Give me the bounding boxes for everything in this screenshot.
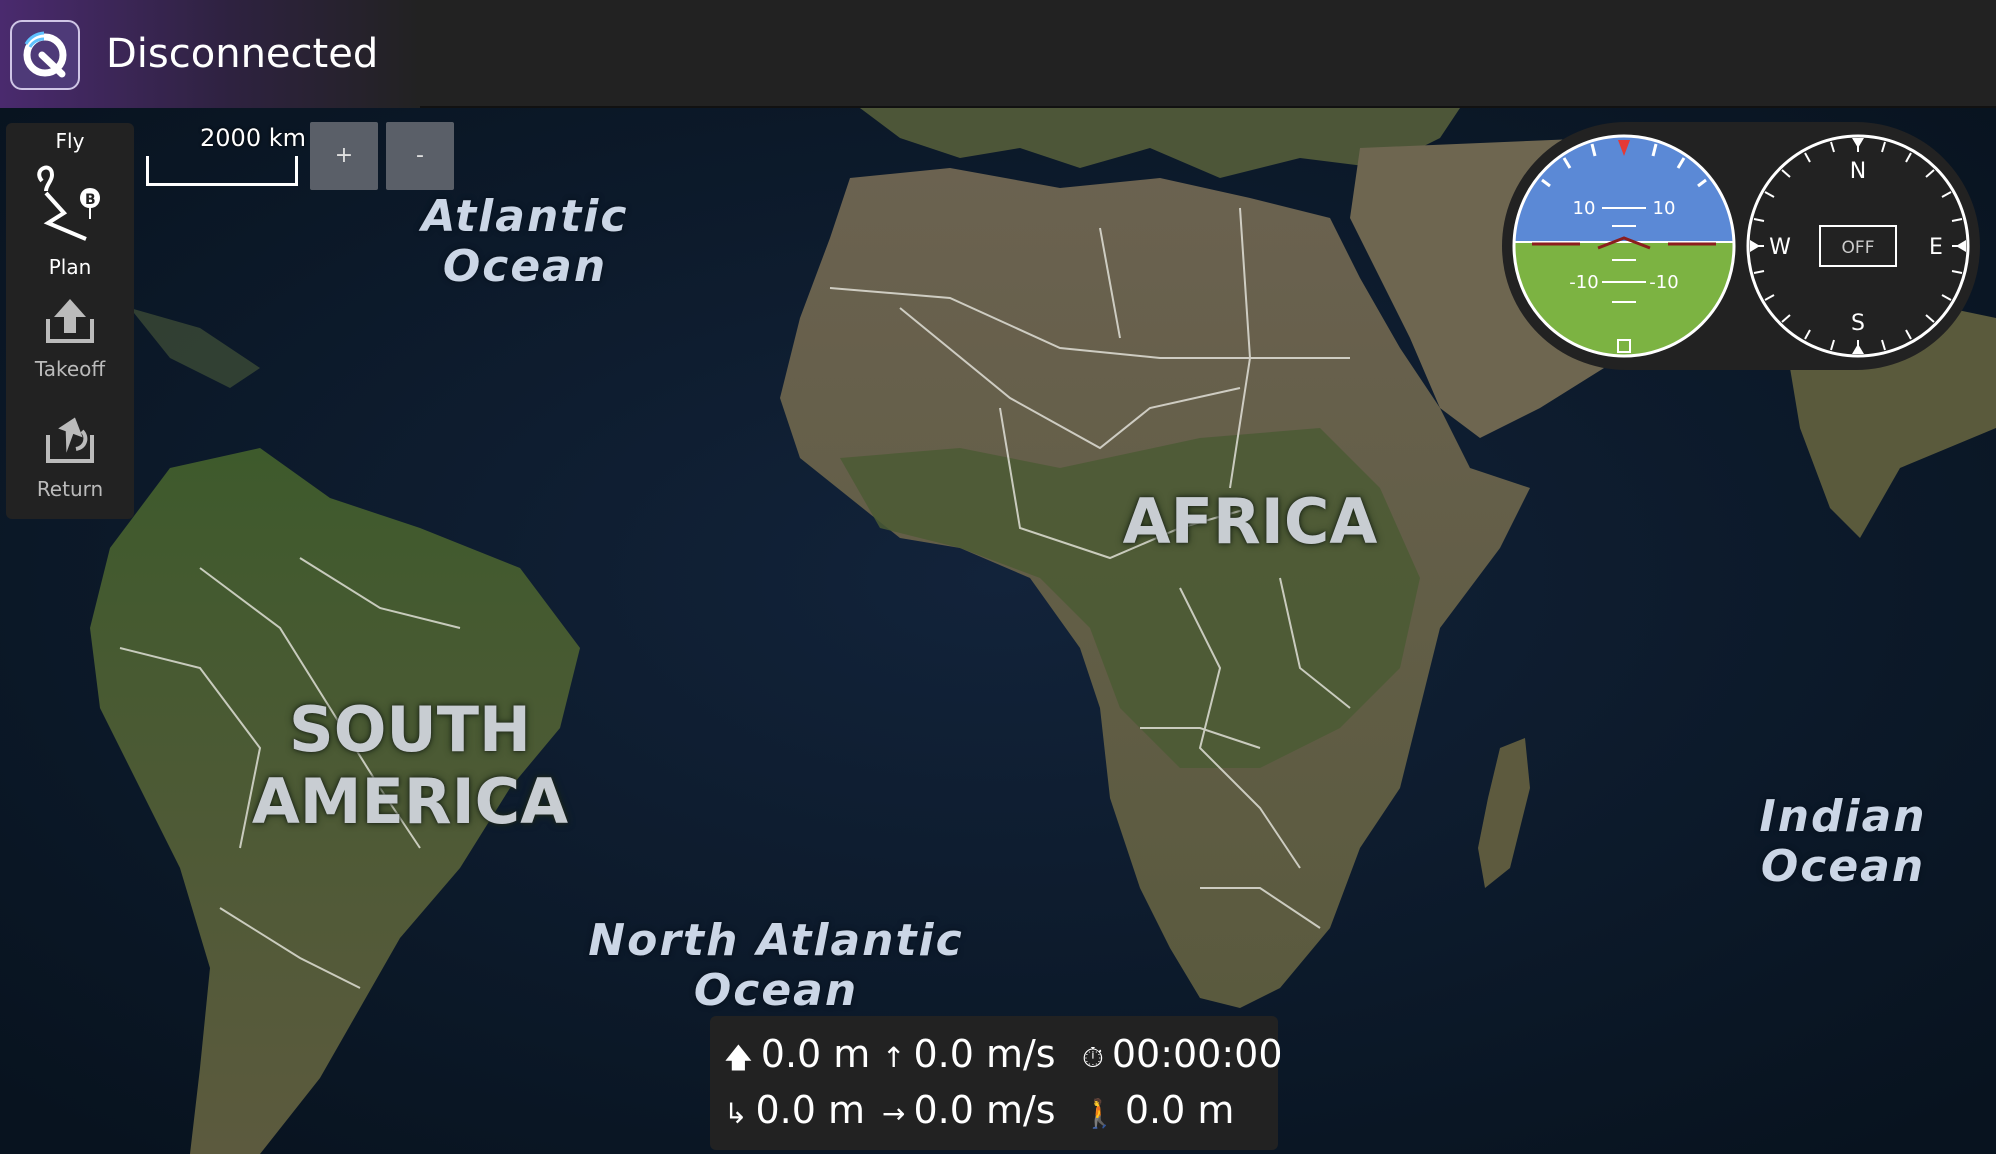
arrow-right-icon: → <box>882 1097 906 1130</box>
vertical-speed-text: 0.0 m/s <box>913 1032 1056 1076</box>
connection-status[interactable]: Disconnected <box>106 28 378 80</box>
takeoff-button[interactable]: Takeoff <box>6 293 134 381</box>
map-label-indian-ocean: Indian Ocean <box>1758 792 1928 892</box>
pitch-label-up-left: 10 <box>1573 198 1596 219</box>
stopwatch-icon: ⏱ <box>1082 1041 1104 1074</box>
map-label-atlantic-line1: Atlantic <box>421 191 629 242</box>
compass-east-label: E <box>1929 235 1943 260</box>
horizontal-speed-value: → 0.0 m/s <box>882 1084 1056 1140</box>
horizontal-speed-text: 0.0 m/s <box>913 1088 1056 1132</box>
fly-toolstrip: Fly B Plan Takeoff Return <box>6 123 134 519</box>
map-label-indian-line1: Indian <box>1759 791 1927 842</box>
compass-status-label: OFF <box>1842 238 1875 258</box>
instrument-panel[interactable]: 10 10 -10 -10 N S W E OFF <box>1502 122 1980 370</box>
vertical-speed-value: ↑ 0.0 m/s <box>882 1028 1056 1084</box>
altitude-value: 🡅 0.0 m <box>724 1028 870 1084</box>
map-label-africa: AFRICA <box>1122 485 1378 558</box>
arrow-up-icon: ↑ <box>882 1041 906 1074</box>
pitch-label-down-left: -10 <box>1569 272 1598 293</box>
compass-west-label: W <box>1769 235 1791 260</box>
map-label-south-america: SOUTH AMERICA <box>250 694 570 838</box>
map-scale-label: 2000 km <box>200 124 306 152</box>
map-label-north-atlantic-ocean: North Atlantic Ocean <box>588 915 964 1016</box>
zoom-out-button[interactable]: - <box>386 122 454 190</box>
compass-south-label: S <box>1851 311 1865 336</box>
return-button[interactable]: Return <box>6 413 134 501</box>
zoom-in-button[interactable]: + <box>310 122 378 190</box>
altitude-text: 0.0 m <box>760 1032 871 1076</box>
flight-instruments: 10 10 -10 -10 N S W E OFF <box>1512 134 1970 358</box>
turn-right-icon: ↳ <box>724 1097 748 1130</box>
pitch-label-up-right: 10 <box>1653 198 1676 219</box>
svg-text:B: B <box>85 192 96 208</box>
return-icon <box>46 417 94 463</box>
qgc-logo-icon[interactable] <box>10 20 80 90</box>
map-label-atlantic-ocean: Atlantic Ocean <box>420 192 630 292</box>
plan-label: Plan <box>48 255 92 279</box>
arrow-up-bold-icon: 🡅 <box>724 1041 753 1074</box>
flight-time-value: ⏱ 00:00:00 <box>1082 1028 1283 1084</box>
top-toolbar: Disconnected <box>0 0 1996 108</box>
distance-to-home-text: 0.0 m <box>755 1088 865 1132</box>
map-label-indian-line2: Ocean <box>1760 841 1926 892</box>
distance-flown-value: 🚶 0.0 m <box>1082 1084 1234 1140</box>
takeoff-icon <box>46 299 94 343</box>
takeoff-label: Takeoff <box>34 357 106 381</box>
walking-icon: 🚶 <box>1082 1097 1117 1130</box>
fly-label: Fly <box>55 129 85 153</box>
telemetry-panel[interactable]: 🡅 0.0 m ↑ 0.0 m/s ⏱ 00:00:00 ↳ 0.0 m → 0.0 m/… <box>710 1016 1283 1150</box>
plan-button[interactable]: B Plan <box>6 163 134 279</box>
plan-route-icon: B <box>37 165 100 241</box>
flight-time-text: 00:00:00 <box>1111 1032 1283 1076</box>
map-label-south-america-line2: AMERICA <box>251 765 569 838</box>
map-scale: 2000 km <box>146 120 306 192</box>
distance-to-home-value: ↳ 0.0 m <box>724 1084 865 1140</box>
return-label: Return <box>36 477 104 501</box>
map-label-atlantic-line2: Ocean <box>442 241 608 292</box>
distance-flown-text: 0.0 m <box>1124 1088 1235 1132</box>
map-scale-bar <box>146 156 298 186</box>
pitch-label-down-right: -10 <box>1649 272 1678 293</box>
compass-north-label: N <box>1850 159 1866 184</box>
map-label-south-america-line1: SOUTH <box>289 693 531 766</box>
